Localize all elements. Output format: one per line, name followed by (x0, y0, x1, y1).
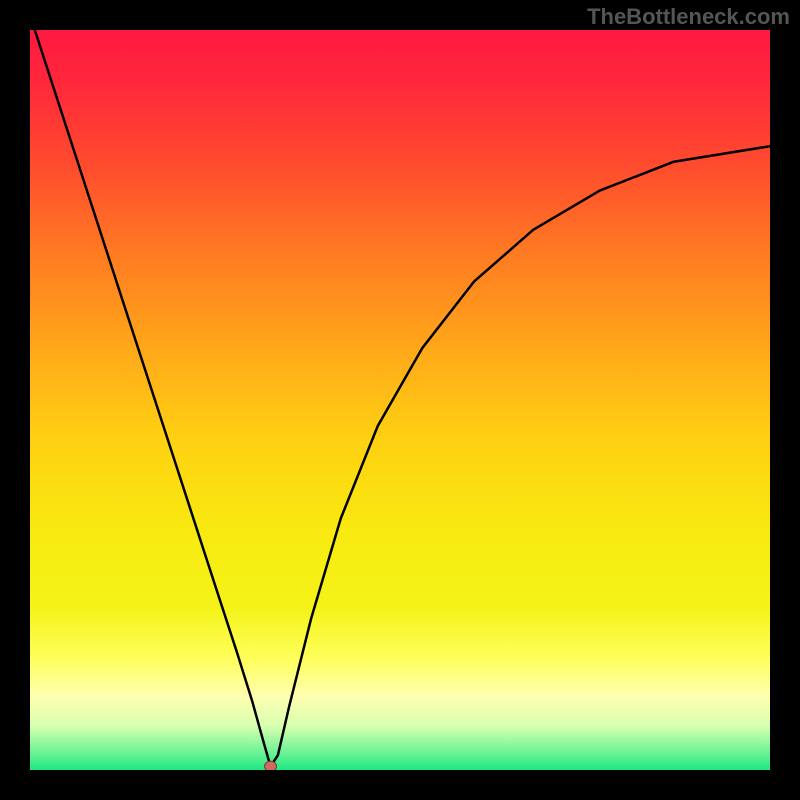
optimum-marker (265, 761, 277, 770)
gradient-background (30, 30, 770, 770)
plot-area (30, 30, 770, 770)
plot-svg (30, 30, 770, 770)
watermark-text: TheBottleneck.com (587, 4, 790, 30)
chart-frame: TheBottleneck.com (0, 0, 800, 800)
